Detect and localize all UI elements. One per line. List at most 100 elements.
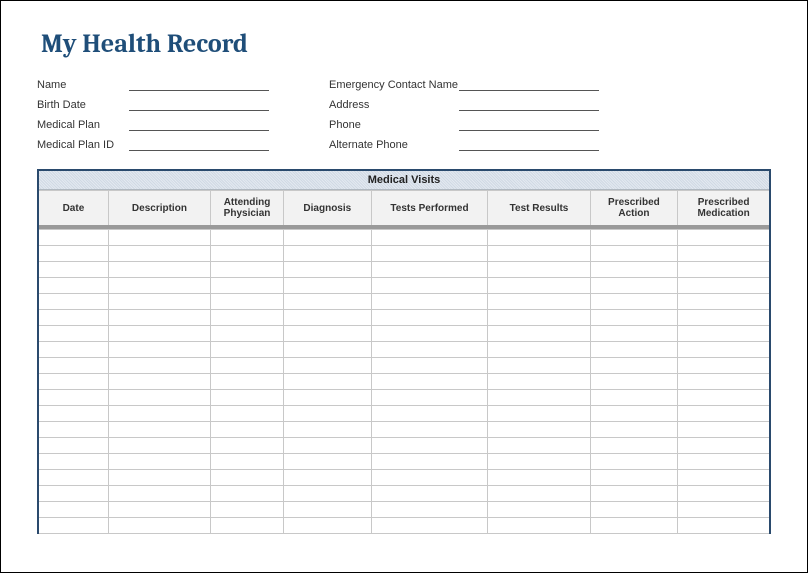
table-cell[interactable] bbox=[211, 421, 284, 437]
table-cell[interactable] bbox=[678, 309, 769, 325]
table-cell[interactable] bbox=[678, 245, 769, 261]
table-cell[interactable] bbox=[284, 309, 372, 325]
table-cell[interactable] bbox=[211, 229, 284, 245]
table-cell[interactable] bbox=[590, 421, 678, 437]
table-cell[interactable] bbox=[371, 469, 488, 485]
table-cell[interactable] bbox=[488, 501, 590, 517]
table-cell[interactable] bbox=[284, 261, 372, 277]
table-cell[interactable] bbox=[108, 341, 210, 357]
table-cell[interactable] bbox=[371, 293, 488, 309]
table-cell[interactable] bbox=[211, 341, 284, 357]
table-cell[interactable] bbox=[284, 373, 372, 389]
table-cell[interactable] bbox=[108, 277, 210, 293]
table-cell[interactable] bbox=[371, 229, 488, 245]
table-cell[interactable] bbox=[371, 437, 488, 453]
table-cell[interactable] bbox=[590, 469, 678, 485]
table-cell[interactable] bbox=[211, 277, 284, 293]
table-cell[interactable] bbox=[39, 389, 108, 405]
table-cell[interactable] bbox=[590, 245, 678, 261]
table-cell[interactable] bbox=[108, 405, 210, 421]
table-cell[interactable] bbox=[211, 469, 284, 485]
table-cell[interactable] bbox=[590, 309, 678, 325]
table-cell[interactable] bbox=[108, 469, 210, 485]
table-cell[interactable] bbox=[488, 341, 590, 357]
table-cell[interactable] bbox=[211, 405, 284, 421]
table-cell[interactable] bbox=[39, 501, 108, 517]
table-cell[interactable] bbox=[284, 357, 372, 373]
table-cell[interactable] bbox=[108, 309, 210, 325]
field-name[interactable] bbox=[129, 79, 269, 91]
table-cell[interactable] bbox=[211, 245, 284, 261]
table-cell[interactable] bbox=[284, 389, 372, 405]
table-cell[interactable] bbox=[108, 437, 210, 453]
table-cell[interactable] bbox=[211, 437, 284, 453]
field-birth-date[interactable] bbox=[129, 99, 269, 111]
table-cell[interactable] bbox=[39, 357, 108, 373]
table-cell[interactable] bbox=[371, 373, 488, 389]
table-cell[interactable] bbox=[284, 469, 372, 485]
table-cell[interactable] bbox=[590, 293, 678, 309]
field-address[interactable] bbox=[459, 99, 599, 111]
table-cell[interactable] bbox=[108, 389, 210, 405]
table-cell[interactable] bbox=[108, 517, 210, 533]
table-cell[interactable] bbox=[211, 517, 284, 533]
table-cell[interactable] bbox=[678, 485, 769, 501]
table-cell[interactable] bbox=[284, 405, 372, 421]
table-cell[interactable] bbox=[488, 517, 590, 533]
table-cell[interactable] bbox=[39, 341, 108, 357]
table-cell[interactable] bbox=[590, 389, 678, 405]
table-cell[interactable] bbox=[108, 485, 210, 501]
field-medical-plan-id[interactable] bbox=[129, 139, 269, 151]
table-cell[interactable] bbox=[284, 437, 372, 453]
table-cell[interactable] bbox=[284, 501, 372, 517]
table-cell[interactable] bbox=[284, 485, 372, 501]
table-cell[interactable] bbox=[488, 293, 590, 309]
table-cell[interactable] bbox=[371, 261, 488, 277]
table-cell[interactable] bbox=[284, 453, 372, 469]
table-cell[interactable] bbox=[678, 453, 769, 469]
table-cell[interactable] bbox=[488, 309, 590, 325]
table-cell[interactable] bbox=[488, 485, 590, 501]
table-cell[interactable] bbox=[284, 229, 372, 245]
table-cell[interactable] bbox=[39, 245, 108, 261]
table-cell[interactable] bbox=[211, 389, 284, 405]
table-cell[interactable] bbox=[284, 341, 372, 357]
table-cell[interactable] bbox=[211, 501, 284, 517]
table-cell[interactable] bbox=[284, 293, 372, 309]
table-cell[interactable] bbox=[488, 437, 590, 453]
table-cell[interactable] bbox=[678, 293, 769, 309]
table-cell[interactable] bbox=[590, 357, 678, 373]
table-cell[interactable] bbox=[488, 261, 590, 277]
table-cell[interactable] bbox=[108, 245, 210, 261]
table-cell[interactable] bbox=[371, 517, 488, 533]
table-cell[interactable] bbox=[678, 261, 769, 277]
field-alt-phone[interactable] bbox=[459, 139, 599, 151]
table-cell[interactable] bbox=[108, 325, 210, 341]
table-cell[interactable] bbox=[39, 325, 108, 341]
table-cell[interactable] bbox=[39, 453, 108, 469]
table-cell[interactable] bbox=[371, 341, 488, 357]
table-cell[interactable] bbox=[108, 261, 210, 277]
table-cell[interactable] bbox=[371, 501, 488, 517]
table-cell[interactable] bbox=[108, 421, 210, 437]
table-cell[interactable] bbox=[108, 373, 210, 389]
table-cell[interactable] bbox=[371, 421, 488, 437]
table-cell[interactable] bbox=[678, 437, 769, 453]
table-cell[interactable] bbox=[678, 373, 769, 389]
table-cell[interactable] bbox=[488, 421, 590, 437]
field-phone[interactable] bbox=[459, 119, 599, 131]
table-cell[interactable] bbox=[590, 277, 678, 293]
table-cell[interactable] bbox=[590, 485, 678, 501]
table-cell[interactable] bbox=[678, 389, 769, 405]
table-cell[interactable] bbox=[678, 501, 769, 517]
table-cell[interactable] bbox=[39, 485, 108, 501]
table-cell[interactable] bbox=[371, 405, 488, 421]
field-emergency-contact[interactable] bbox=[459, 79, 599, 91]
table-cell[interactable] bbox=[39, 293, 108, 309]
table-cell[interactable] bbox=[211, 373, 284, 389]
table-cell[interactable] bbox=[590, 325, 678, 341]
table-cell[interactable] bbox=[39, 261, 108, 277]
table-cell[interactable] bbox=[371, 309, 488, 325]
table-cell[interactable] bbox=[371, 453, 488, 469]
table-cell[interactable] bbox=[284, 325, 372, 341]
